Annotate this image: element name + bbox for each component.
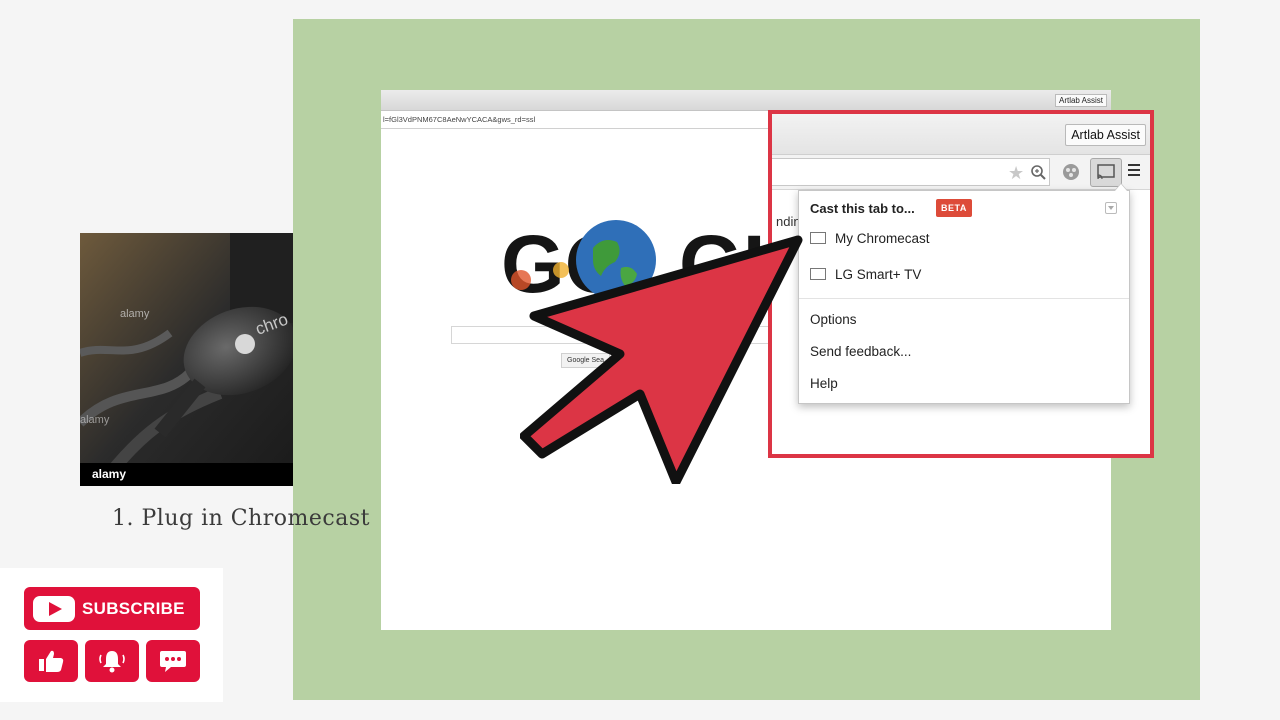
device-label: My Chromecast xyxy=(835,231,930,246)
cast-menu-highlight-frame: Artlab Assist ★ ndin Cast this tab to...… xyxy=(768,110,1154,458)
omnibox-input[interactable]: ★ xyxy=(772,158,1050,186)
browser-toolbar-zoomed: Artlab Assist xyxy=(772,114,1150,155)
page-text-partial: ndin xyxy=(776,214,801,229)
red-pointer-arrow xyxy=(520,235,803,484)
collapse-icon[interactable] xyxy=(1105,202,1117,214)
subscribe-label: SUBSCRIBE xyxy=(82,599,185,618)
photo-credit-label: alamy xyxy=(92,467,127,481)
bell-icon xyxy=(99,651,125,673)
extension-button-small[interactable]: Artlab Assist xyxy=(1054,94,1107,107)
thumbs-up-icon xyxy=(39,650,64,672)
extension-icon[interactable] xyxy=(1061,162,1081,182)
chromecast-device-image: chro alamy alamy xyxy=(80,233,293,486)
chromecast-photo: chro alamy alamy xyxy=(80,233,293,486)
cast-popup-title: Cast this tab to... xyxy=(810,201,915,216)
chrome-menu-icon[interactable] xyxy=(1128,164,1140,179)
subscribe-button[interactable]: SUBSCRIBE xyxy=(24,587,200,630)
url-text: l=fGl3VdPNM67C8AeNwYCACA&gws_rd=ssl xyxy=(383,115,536,124)
omnibox-row: ★ xyxy=(772,155,1150,190)
device-my-chromecast[interactable]: My Chromecast xyxy=(810,231,930,246)
notification-bell-button[interactable] xyxy=(85,640,139,682)
send-feedback-menu-item[interactable]: Send feedback... xyxy=(810,344,911,359)
cast-icon xyxy=(1097,164,1115,180)
photo-watermark: alamy xyxy=(120,308,150,320)
beta-badge: BETA xyxy=(936,199,972,217)
comment-button[interactable] xyxy=(146,640,200,682)
browser-tab-strip: Artlab Assist xyxy=(381,90,1111,111)
popup-divider xyxy=(799,298,1129,299)
photo-watermark-2: alamy xyxy=(80,414,110,426)
step-caption: 1. Plug in Chromecast xyxy=(112,506,370,531)
artlab-assist-button[interactable]: Artlab Assist xyxy=(1065,124,1146,146)
cast-popup: Cast this tab to... BETA My Chromecast L… xyxy=(798,183,1130,404)
device-lg-smart-tv[interactable]: LG Smart+ TV xyxy=(810,267,921,282)
youtube-icon xyxy=(33,596,75,622)
bookmark-star-icon[interactable]: ★ xyxy=(1008,163,1024,184)
device-label: LG Smart+ TV xyxy=(835,267,922,282)
comment-icon xyxy=(160,651,186,672)
zoom-magnifier-icon[interactable] xyxy=(1030,164,1047,181)
popup-pointer xyxy=(1114,183,1128,191)
photo-credit-bar: alamy xyxy=(80,463,293,486)
like-button[interactable] xyxy=(24,640,78,682)
